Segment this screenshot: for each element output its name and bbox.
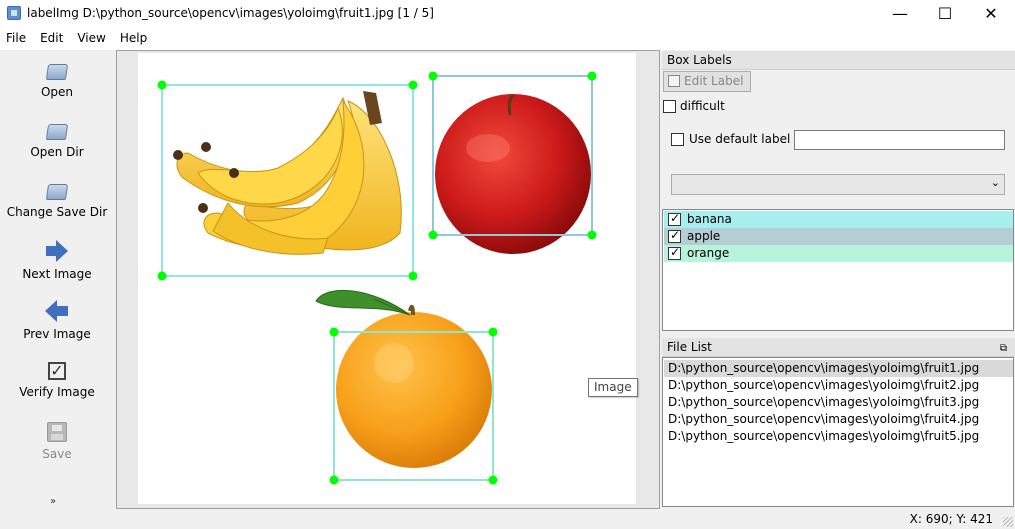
prev-image-button[interactable]: Prev Image xyxy=(0,300,114,341)
open-label: Open xyxy=(40,85,74,99)
title-bar: labelImg D:\python_source\opencv\images\… xyxy=(0,0,1015,26)
floppy-disk-icon xyxy=(47,422,67,442)
label-checkbox[interactable] xyxy=(668,228,681,243)
label-checkbox[interactable] xyxy=(668,211,681,226)
use-default-label-checkbox[interactable] xyxy=(671,133,684,146)
open-button[interactable]: Open xyxy=(0,60,114,99)
arrow-left-icon xyxy=(45,300,68,322)
label-item-text: banana xyxy=(687,212,732,226)
difficult-checkbox[interactable] xyxy=(663,100,676,113)
save-button[interactable]: Save xyxy=(0,422,114,461)
checkbox-icon: ✓ xyxy=(48,362,66,380)
open-dir-button[interactable]: Open Dir xyxy=(0,120,114,159)
file-list[interactable]: D:\python_source\opencv\images\yoloimg\f… xyxy=(662,357,1014,507)
arrow-right-icon xyxy=(46,240,68,262)
file-item[interactable]: D:\python_source\opencv\images\yoloimg\f… xyxy=(664,411,1013,428)
next-image-button[interactable]: Next Image xyxy=(0,240,114,281)
float-dock-icon[interactable]: ⧉ xyxy=(1000,340,1007,358)
edit-pencil-icon xyxy=(668,75,680,87)
status-bar: X: 690; Y: 421 xyxy=(0,509,1015,529)
file-item[interactable]: D:\python_source\opencv\images\yoloimg\f… xyxy=(664,377,1013,394)
banana-fruit xyxy=(173,91,402,255)
box-labels-title: Box Labels xyxy=(662,51,1015,70)
file-list-title-text: File List xyxy=(667,340,712,354)
folder-open-icon xyxy=(45,64,69,80)
file-item[interactable]: D:\python_source\opencv\images\yoloimg\f… xyxy=(664,394,1013,411)
edit-label-button[interactable]: Edit Label xyxy=(663,71,751,92)
default-label-input[interactable] xyxy=(794,130,1005,150)
window-title: labelImg D:\python_source\opencv\images\… xyxy=(27,6,434,20)
verify-image-button[interactable]: ✓ Verify Image xyxy=(0,362,114,399)
fruit-image xyxy=(157,71,597,485)
menu-view[interactable]: View xyxy=(70,26,112,50)
edit-label-text: Edit Label xyxy=(684,74,744,88)
menu-file[interactable]: File xyxy=(0,26,33,50)
chevron-down-icon: ⌄ xyxy=(990,176,1000,189)
label-item-apple[interactable]: apple xyxy=(664,228,1013,245)
minimize-button[interactable]: — xyxy=(877,0,923,26)
resize-grip-icon[interactable] xyxy=(1003,517,1013,527)
image-canvas[interactable] xyxy=(138,53,636,504)
apple-fruit xyxy=(435,93,591,254)
folder-open-icon xyxy=(45,184,69,200)
cursor-coordinates: X: 690; Y: 421 xyxy=(909,512,993,526)
maximize-button[interactable]: ☐ xyxy=(922,0,968,26)
verify-image-label: Verify Image xyxy=(19,385,95,399)
file-item[interactable]: D:\python_source\opencv\images\yoloimg\f… xyxy=(664,360,1013,377)
change-save-dir-button[interactable]: Change Save Dir xyxy=(0,180,114,219)
toolbar: Open Open Dir Change Save Dir Next Image… xyxy=(0,50,114,509)
file-list-title: File List ⧉ xyxy=(662,338,1015,357)
open-dir-label: Open Dir xyxy=(30,145,84,159)
menu-help[interactable]: Help xyxy=(113,26,154,50)
label-checkbox[interactable] xyxy=(668,245,681,260)
label-dropdown[interactable]: ⌄ xyxy=(671,174,1005,195)
menu-edit[interactable]: Edit xyxy=(33,26,70,50)
change-save-dir-label: Change Save Dir xyxy=(6,205,108,219)
difficult-label: difficult xyxy=(680,99,725,113)
menu-bar: File Edit View Help xyxy=(0,26,1015,50)
box-labels-title-text: Box Labels xyxy=(667,53,732,67)
next-image-label: Next Image xyxy=(22,267,92,281)
orange-fruit xyxy=(315,289,492,468)
use-default-label-text: Use default label xyxy=(689,132,791,146)
folder-open-icon xyxy=(45,124,69,140)
label-item-orange[interactable]: orange xyxy=(664,245,1013,262)
app-icon xyxy=(7,6,21,20)
label-item-banana[interactable]: banana xyxy=(664,211,1013,228)
close-button[interactable]: ✕ xyxy=(968,0,1014,26)
label-item-text: orange xyxy=(687,246,730,260)
label-item-text: apple xyxy=(687,229,721,243)
image-tooltip: Image xyxy=(588,378,638,397)
save-label: Save xyxy=(42,447,72,461)
file-item[interactable]: D:\python_source\opencv\images\yoloimg\f… xyxy=(664,428,1013,445)
toolbar-extension-icon[interactable]: » xyxy=(50,496,56,507)
canvas-area[interactable] xyxy=(116,50,660,509)
label-list[interactable]: banana apple orange xyxy=(662,209,1014,331)
prev-image-label: Prev Image xyxy=(23,327,91,341)
